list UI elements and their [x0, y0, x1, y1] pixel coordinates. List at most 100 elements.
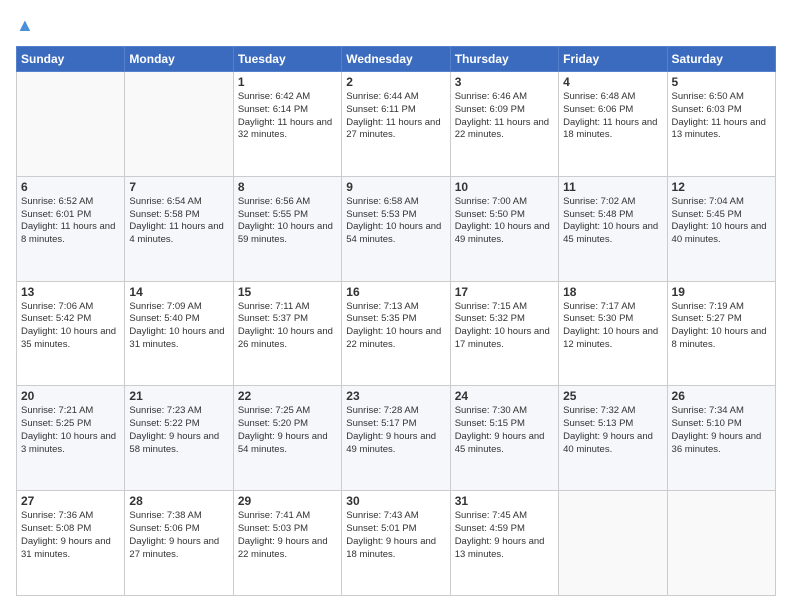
day-number: 6 — [21, 180, 120, 194]
calendar-cell: 7 Sunrise: 6:54 AMSunset: 5:58 PMDaylight… — [125, 176, 233, 281]
calendar-week-4: 20 Sunrise: 7:21 AMSunset: 5:25 PMDayligh… — [17, 386, 776, 491]
header: ▲ — [16, 16, 776, 36]
day-number: 19 — [672, 285, 771, 299]
day-number: 13 — [21, 285, 120, 299]
calendar-cell: 25 Sunrise: 7:32 AMSunset: 5:13 PMDayligh… — [559, 386, 667, 491]
calendar-cell: 16Sunrise: 7:13 AMSunset: 5:35 PMDayligh… — [342, 281, 450, 386]
calendar-cell: 12 Sunrise: 7:04 AMSunset: 5:45 PMDayligh… — [667, 176, 775, 281]
day-number: 31 — [455, 494, 554, 508]
day-info: Sunrise: 6:56 AMSunset: 5:55 PMDaylight:… — [238, 196, 337, 247]
day-info: Sunrise: 7:41 AMSunset: 5:03 PMDaylight:… — [238, 510, 337, 561]
day-number: 29 — [238, 494, 337, 508]
calendar-cell — [559, 491, 667, 596]
day-info: Sunrise: 7:45 AMSunset: 4:59 PMDaylight:… — [455, 510, 554, 561]
calendar-week-5: 27Sunrise: 7:36 AMSunset: 5:08 PMDayligh… — [17, 491, 776, 596]
day-number: 18 — [563, 285, 662, 299]
calendar-cell: 28 Sunrise: 7:38 AMSunset: 5:06 PMDayligh… — [125, 491, 233, 596]
calendar-cell: 21Sunrise: 7:23 AMSunset: 5:22 PMDayligh… — [125, 386, 233, 491]
day-info: Sunrise: 7:34 AMSunset: 5:10 PMDaylight:… — [672, 405, 771, 456]
calendar-cell — [667, 491, 775, 596]
calendar-cell — [17, 72, 125, 177]
day-number: 28 — [129, 494, 228, 508]
day-info: Sunrise: 6:46 AMSunset: 6:09 PMDaylight:… — [455, 91, 554, 142]
calendar-cell: 29 Sunrise: 7:41 AMSunset: 5:03 PMDayligh… — [233, 491, 341, 596]
day-number: 7 — [129, 180, 228, 194]
day-info: Sunrise: 7:04 AMSunset: 5:45 PMDaylight:… — [672, 196, 771, 247]
day-number: 1 — [238, 75, 337, 89]
weekday-header-row: SundayMondayTuesdayWednesdayThursdayFrid… — [17, 47, 776, 72]
day-info: Sunrise: 7:32 AMSunset: 5:13 PMDaylight:… — [563, 405, 662, 456]
weekday-header-tuesday: Tuesday — [233, 47, 341, 72]
day-info: Sunrise: 6:42 AMSunset: 6:14 PMDaylight:… — [238, 91, 337, 142]
day-info: Sunrise: 7:11 AMSunset: 5:37 PMDaylight:… — [238, 301, 337, 352]
weekday-header-saturday: Saturday — [667, 47, 775, 72]
calendar-cell: 10 Sunrise: 7:00 AMSunset: 5:50 PMDayligh… — [450, 176, 558, 281]
day-info: Sunrise: 7:15 AMSunset: 5:32 PMDaylight:… — [455, 301, 554, 352]
weekday-header-thursday: Thursday — [450, 47, 558, 72]
calendar-cell: 27Sunrise: 7:36 AMSunset: 5:08 PMDayligh… — [17, 491, 125, 596]
day-info: Sunrise: 7:00 AMSunset: 5:50 PMDaylight:… — [455, 196, 554, 247]
logo: ▲ — [16, 16, 34, 36]
calendar-cell: 19 Sunrise: 7:19 AMSunset: 5:27 PMDayligh… — [667, 281, 775, 386]
day-info: Sunrise: 7:30 AMSunset: 5:15 PMDaylight:… — [455, 405, 554, 456]
day-number: 11 — [563, 180, 662, 194]
calendar-cell: 1 Sunrise: 6:42 AMSunset: 6:14 PMDaylight… — [233, 72, 341, 177]
day-info: Sunrise: 6:54 AMSunset: 5:58 PMDaylight:… — [129, 196, 228, 247]
day-number: 25 — [563, 389, 662, 403]
day-info: Sunrise: 7:36 AMSunset: 5:08 PMDaylight:… — [21, 510, 120, 561]
day-number: 14 — [129, 285, 228, 299]
day-number: 4 — [563, 75, 662, 89]
day-info: Sunrise: 7:19 AMSunset: 5:27 PMDaylight:… — [672, 301, 771, 352]
weekday-header-friday: Friday — [559, 47, 667, 72]
day-info: Sunrise: 7:38 AMSunset: 5:06 PMDaylight:… — [129, 510, 228, 561]
calendar-cell: 8 Sunrise: 6:56 AMSunset: 5:55 PMDaylight… — [233, 176, 341, 281]
calendar-cell: 20 Sunrise: 7:21 AMSunset: 5:25 PMDayligh… — [17, 386, 125, 491]
day-number: 16 — [346, 285, 445, 299]
day-info: Sunrise: 7:25 AMSunset: 5:20 PMDaylight:… — [238, 405, 337, 456]
day-number: 2 — [346, 75, 445, 89]
day-info: Sunrise: 7:23 AMSunset: 5:22 PMDaylight:… — [129, 405, 228, 456]
day-number: 22 — [238, 389, 337, 403]
page: ▲ SundayMondayTuesdayWednesdayThursdayFr… — [0, 0, 792, 612]
day-info: Sunrise: 7:21 AMSunset: 5:25 PMDaylight:… — [21, 405, 120, 456]
day-number: 23 — [346, 389, 445, 403]
day-number: 17 — [455, 285, 554, 299]
calendar-cell: 31 Sunrise: 7:45 AMSunset: 4:59 PMDayligh… — [450, 491, 558, 596]
weekday-header-monday: Monday — [125, 47, 233, 72]
calendar-cell: 23Sunrise: 7:28 AMSunset: 5:17 PMDayligh… — [342, 386, 450, 491]
day-number: 24 — [455, 389, 554, 403]
calendar-cell: 13 Sunrise: 7:06 AMSunset: 5:42 PMDayligh… — [17, 281, 125, 386]
day-number: 5 — [672, 75, 771, 89]
day-number: 3 — [455, 75, 554, 89]
day-number: 8 — [238, 180, 337, 194]
calendar-body: 1 Sunrise: 6:42 AMSunset: 6:14 PMDaylight… — [17, 72, 776, 596]
calendar-cell: 3 Sunrise: 6:46 AMSunset: 6:09 PMDaylight… — [450, 72, 558, 177]
calendar-table: SundayMondayTuesdayWednesdayThursdayFrid… — [16, 46, 776, 596]
day-info: Sunrise: 7:06 AMSunset: 5:42 PMDaylight:… — [21, 301, 120, 352]
day-number: 10 — [455, 180, 554, 194]
calendar-cell: 15Sunrise: 7:11 AMSunset: 5:37 PMDayligh… — [233, 281, 341, 386]
day-info: Sunrise: 6:44 AMSunset: 6:11 PMDaylight:… — [346, 91, 445, 142]
day-number: 30 — [346, 494, 445, 508]
day-number: 26 — [672, 389, 771, 403]
day-info: Sunrise: 6:50 AMSunset: 6:03 PMDaylight:… — [672, 91, 771, 142]
calendar-cell: 5 Sunrise: 6:50 AMSunset: 6:03 PMDaylight… — [667, 72, 775, 177]
calendar-week-2: 6 Sunrise: 6:52 AMSunset: 6:01 PMDaylight… — [17, 176, 776, 281]
calendar-cell: 30Sunrise: 7:43 AMSunset: 5:01 PMDayligh… — [342, 491, 450, 596]
calendar-week-1: 1 Sunrise: 6:42 AMSunset: 6:14 PMDaylight… — [17, 72, 776, 177]
calendar-cell: 6 Sunrise: 6:52 AMSunset: 6:01 PMDaylight… — [17, 176, 125, 281]
day-number: 9 — [346, 180, 445, 194]
calendar-cell: 2 Sunrise: 6:44 AMSunset: 6:11 PMDaylight… — [342, 72, 450, 177]
day-number: 12 — [672, 180, 771, 194]
calendar-cell: 4 Sunrise: 6:48 AMSunset: 6:06 PMDaylight… — [559, 72, 667, 177]
calendar-week-3: 13 Sunrise: 7:06 AMSunset: 5:42 PMDayligh… — [17, 281, 776, 386]
calendar-cell: 24 Sunrise: 7:30 AMSunset: 5:15 PMDayligh… — [450, 386, 558, 491]
day-info: Sunrise: 7:17 AMSunset: 5:30 PMDaylight:… — [563, 301, 662, 352]
weekday-header-sunday: Sunday — [17, 47, 125, 72]
calendar-cell: 26 Sunrise: 7:34 AMSunset: 5:10 PMDayligh… — [667, 386, 775, 491]
day-info: Sunrise: 6:52 AMSunset: 6:01 PMDaylight:… — [21, 196, 120, 247]
day-number: 20 — [21, 389, 120, 403]
calendar-cell: 18 Sunrise: 7:17 AMSunset: 5:30 PMDayligh… — [559, 281, 667, 386]
day-info: Sunrise: 7:09 AMSunset: 5:40 PMDaylight:… — [129, 301, 228, 352]
day-info: Sunrise: 6:48 AMSunset: 6:06 PMDaylight:… — [563, 91, 662, 142]
